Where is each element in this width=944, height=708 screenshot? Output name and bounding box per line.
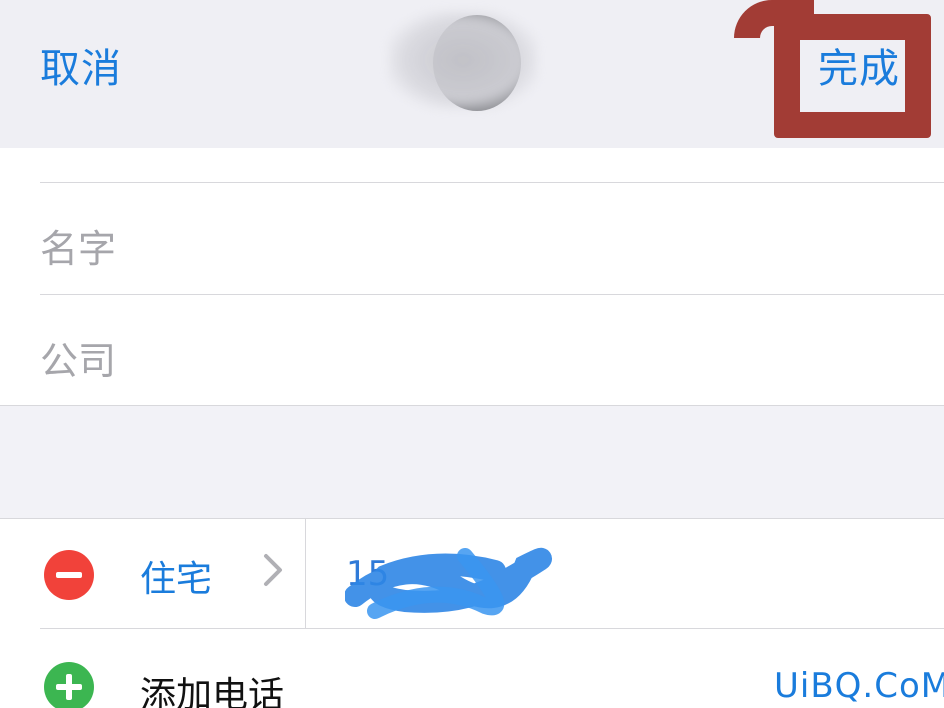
remove-phone-button[interactable] <box>44 550 94 600</box>
divider <box>305 518 306 628</box>
divider <box>40 628 944 629</box>
cancel-button[interactable]: 取消 <box>40 36 122 94</box>
name-field[interactable]: 名字 <box>40 218 116 273</box>
watermark: UiBQ.CoM <box>774 666 944 706</box>
add-phone-button[interactable] <box>44 662 94 708</box>
divider <box>0 405 944 406</box>
name-card: 名字 公司 <box>0 148 944 406</box>
phone-label-home[interactable]: 住宅 <box>140 550 212 602</box>
divider <box>40 182 944 183</box>
plus-icon <box>56 674 82 700</box>
minus-icon <box>56 572 82 578</box>
chevron-right-icon[interactable] <box>262 550 284 599</box>
phone-redaction <box>345 547 552 619</box>
navigation-bar: 取消 完成 <box>0 0 944 148</box>
avatar-redaction <box>388 10 538 110</box>
company-field[interactable]: 公司 <box>40 330 116 385</box>
add-phone-label[interactable]: 添加电话 <box>140 666 284 708</box>
done-button[interactable]: 完成 <box>818 36 900 94</box>
divider <box>0 518 944 519</box>
divider <box>40 294 944 295</box>
